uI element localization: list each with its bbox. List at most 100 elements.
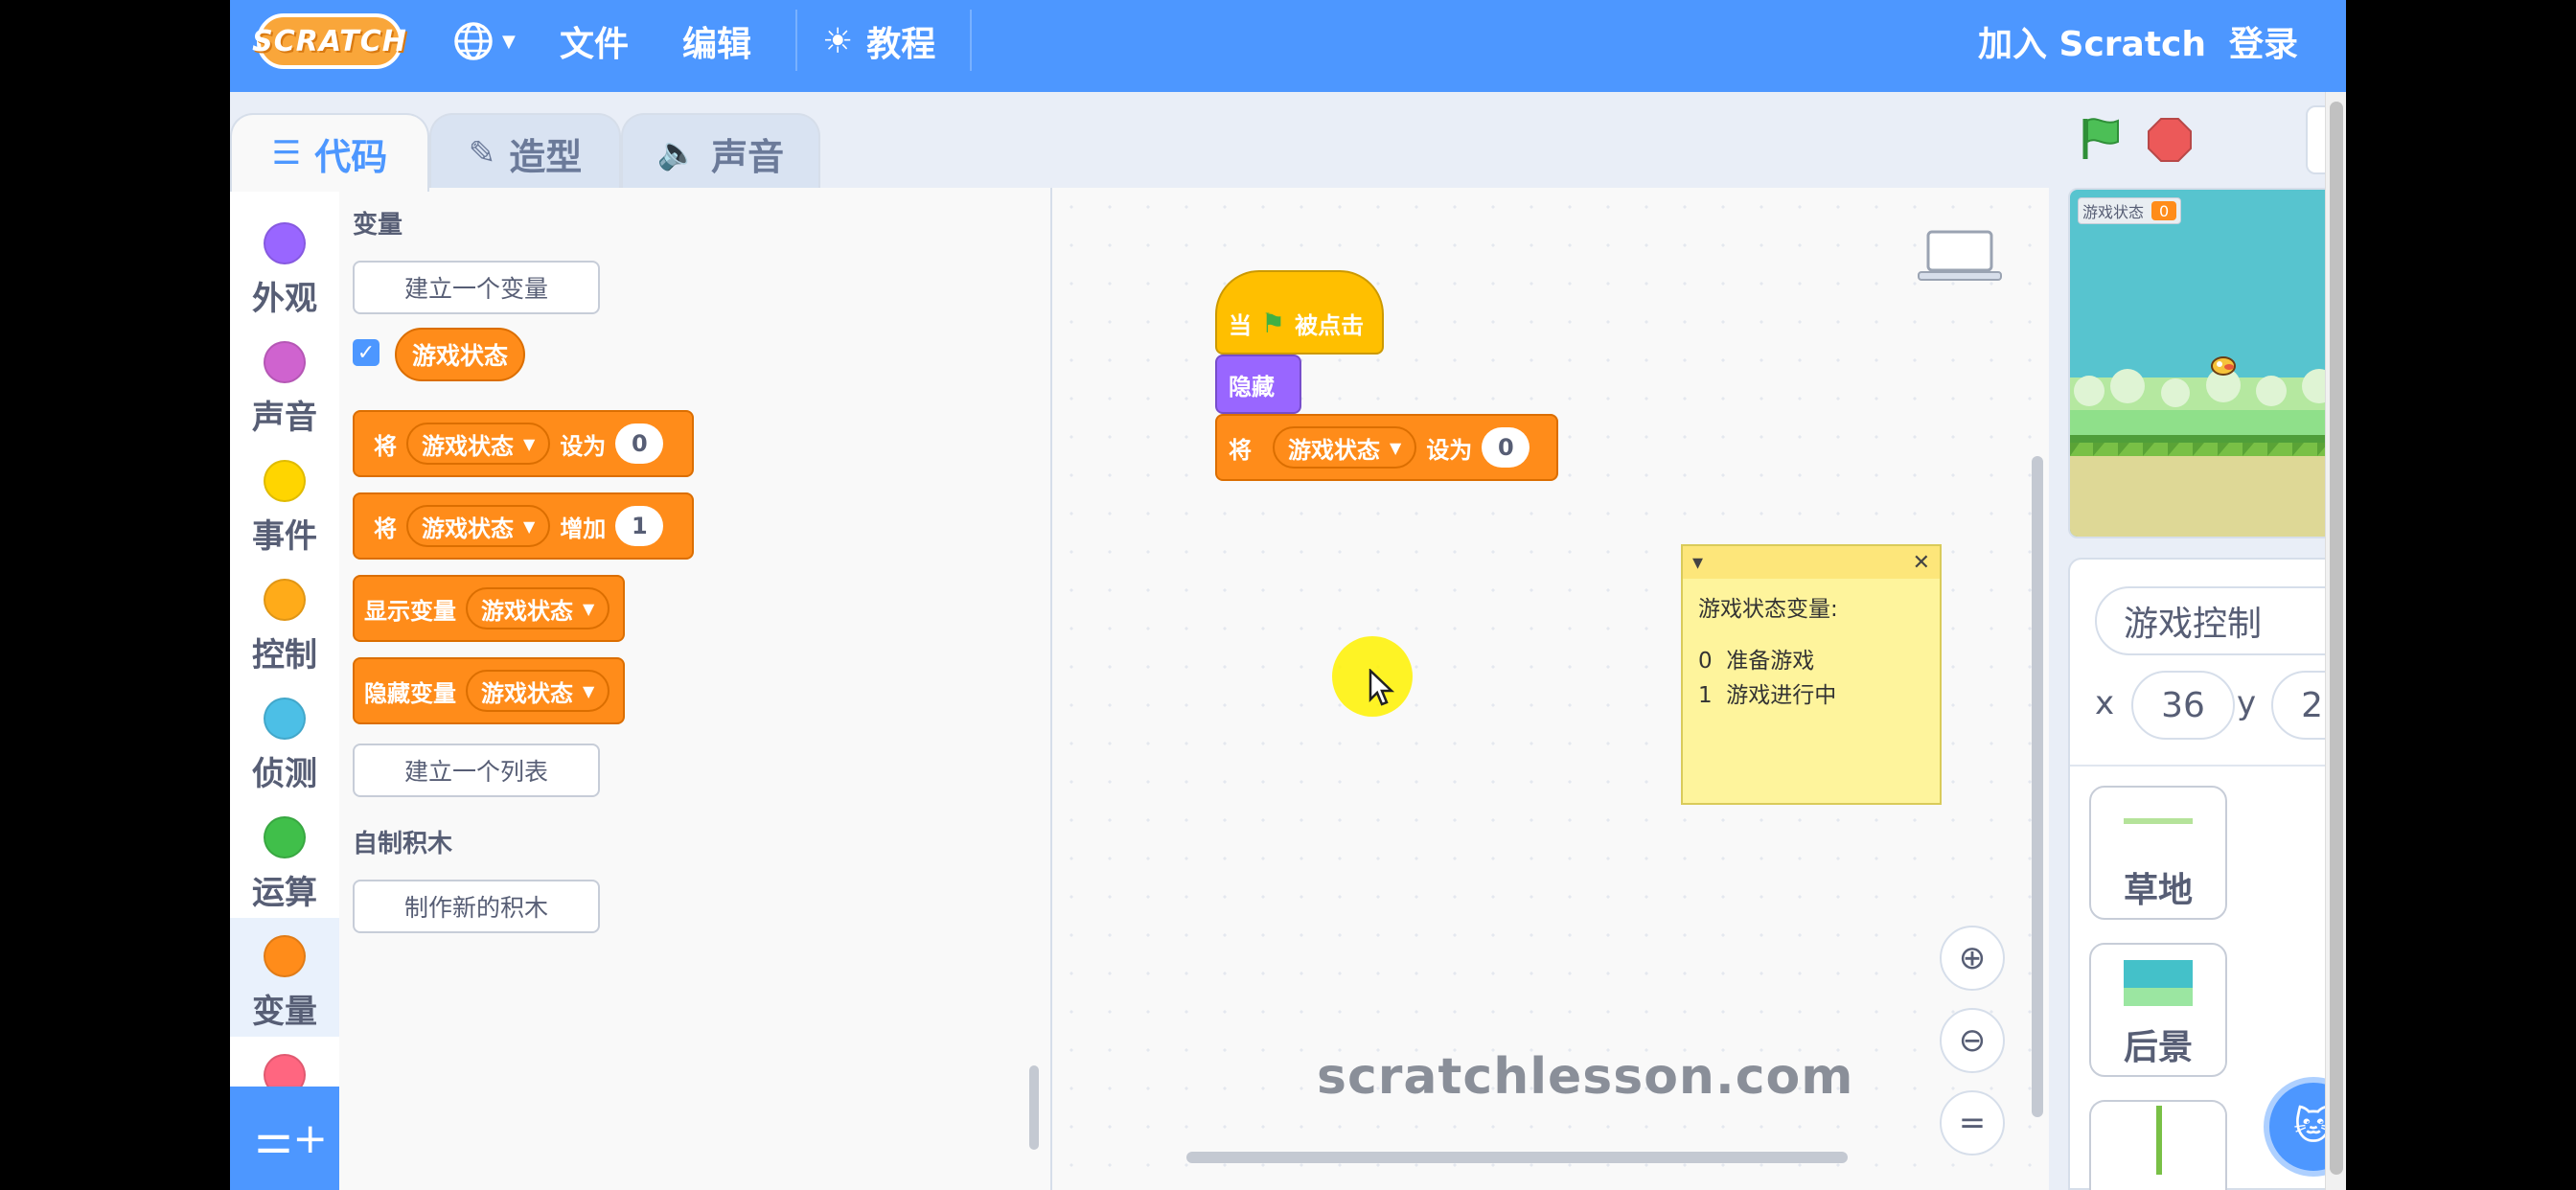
note-header: ▾ ✕: [1683, 546, 1940, 579]
menu-bar: SCRATCH ▼ 文件 编辑 ☀ 教程 加入 Scratch 登录: [230, 0, 2346, 92]
palette-scrollbar[interactable]: [1029, 1065, 1039, 1150]
background-thumbnail: [2124, 960, 2193, 1006]
tab-code[interactable]: ☰ 代码: [230, 113, 429, 192]
tutorials-menu[interactable]: ☀ 教程: [822, 0, 935, 82]
hide-variable-block[interactable]: 隐藏变量 游戏状态 ▼: [353, 657, 625, 724]
add-extension-button[interactable]: ⚌+: [230, 1087, 353, 1190]
tab-sounds-label: 声音: [711, 135, 785, 178]
globe-icon: [454, 22, 493, 60]
hide-block[interactable]: 隐藏: [1215, 355, 1301, 414]
grass-thumbnail: [2124, 818, 2193, 824]
category-looks[interactable]: 外观: [230, 205, 339, 324]
sign-in-link[interactable]: 登录: [2229, 0, 2298, 82]
close-icon[interactable]: ✕: [1913, 551, 1930, 575]
code-workspace[interactable]: 当 ⚑ 被点击 隐藏 将 游戏状态 ▼ 设为 0 ▾ ✕ 游戏状态变量: 0 准…: [1052, 188, 2049, 1190]
operators-color-dot: [264, 816, 306, 858]
block-word: 当: [1229, 311, 1252, 339]
set-variable-block[interactable]: 将 游戏状态 ▼ 设为 0: [1215, 414, 1558, 481]
menu-divider: [970, 10, 972, 71]
note-line: 1 游戏进行中: [1698, 683, 1837, 708]
block-palette: 变量 建立一个变量 ✓ 游戏状态 将 游戏状态 ▼ 设为 0 将 游戏状态 ▼ …: [339, 188, 1052, 1190]
variable-dropdown[interactable]: 游戏状态 ▼: [406, 505, 551, 547]
value-input[interactable]: 1: [615, 506, 664, 546]
category-label: 控制: [252, 636, 317, 675]
workspace-vertical-scrollbar[interactable]: [2032, 456, 2043, 1117]
category-variables[interactable]: 变量: [230, 918, 339, 1037]
block-word: 显示变量: [364, 597, 456, 625]
block-word: 被点击: [1295, 311, 1365, 339]
category-sensing[interactable]: 侦测: [230, 680, 339, 799]
set-variable-block[interactable]: 将 游戏状态 ▼ 设为 0: [353, 410, 694, 477]
stage-header: ⤧: [2051, 96, 2346, 188]
show-variable-block[interactable]: 显示变量 游戏状态 ▼: [353, 575, 625, 642]
block-word: 增加: [560, 515, 607, 542]
zoom-in-button[interactable]: ⊕: [1940, 926, 2005, 991]
category-label: 外观: [252, 280, 317, 318]
category-events[interactable]: 事件: [230, 443, 339, 561]
tab-costumes[interactable]: ✎ 造型: [429, 113, 621, 192]
language-menu[interactable]: ▼: [452, 0, 516, 82]
variable-dropdown[interactable]: 游戏状态 ▼: [1273, 426, 1417, 469]
chevron-down-icon: ▼: [502, 31, 516, 52]
sprite-name: 后景: [2123, 1028, 2193, 1067]
zoom-out-icon: ⊖: [1958, 1021, 1987, 1060]
code-icon: ☰: [271, 134, 302, 172]
edit-menu[interactable]: 编辑: [682, 0, 751, 82]
join-scratch-link[interactable]: 加入 Scratch: [1978, 0, 2206, 82]
collapse-icon[interactable]: ▾: [1692, 551, 1703, 575]
category-label: 运算: [252, 874, 317, 912]
change-variable-block[interactable]: 将 游戏状态 ▼ 增加 1: [353, 492, 694, 560]
sprite-tile-grass[interactable]: 草地: [2089, 786, 2227, 920]
myblocks-heading: 自制积木: [353, 830, 453, 858]
scratch-editor: SCRATCH ▼ 文件 编辑 ☀ 教程 加入 Scratch 登录 ☰ 代码 …: [230, 0, 2346, 1190]
brush-icon: ✎: [468, 134, 496, 172]
zoom-out-button[interactable]: ⊖: [1940, 1008, 2005, 1073]
variable-dropdown[interactable]: 游戏状态 ▼: [466, 587, 610, 629]
sprite-tile-pipe[interactable]: [2089, 1100, 2227, 1190]
dropdown-value: 游戏状态: [1288, 436, 1380, 464]
sprite-name-input[interactable]: 游戏控制: [2095, 586, 2346, 655]
zoom-in-icon: ⊕: [1958, 939, 1987, 977]
block-word: 将: [374, 432, 397, 460]
file-menu[interactable]: 文件: [560, 0, 629, 82]
watermark-text: scratchlesson.com: [1317, 1048, 1854, 1106]
sensing-color-dot: [264, 698, 306, 740]
value-input[interactable]: 0: [615, 423, 664, 464]
note-line: 0 准备游戏: [1698, 649, 1815, 674]
category-operators[interactable]: 运算: [230, 799, 339, 918]
workspace-horizontal-scrollbar[interactable]: [1186, 1152, 1848, 1163]
variable-dropdown[interactable]: 游戏状态 ▼: [466, 670, 610, 712]
category-control[interactable]: 控制: [230, 561, 339, 680]
stage-canvas[interactable]: 游戏状态 0: [2068, 188, 2346, 538]
mouse-cursor-icon: [1368, 669, 1395, 706]
tab-code-label: 代码: [314, 135, 388, 178]
comment-note[interactable]: ▾ ✕ 游戏状态变量: 0 准备游戏 1 游戏进行中: [1681, 544, 1942, 805]
stop-icon[interactable]: [2147, 117, 2193, 163]
green-flag-icon[interactable]: [2078, 115, 2124, 161]
make-list-button[interactable]: 建立一个列表: [353, 744, 600, 797]
x-input[interactable]: 36: [2131, 671, 2235, 740]
zoom-reset-button[interactable]: =: [1940, 1090, 2005, 1156]
when-flag-clicked-block[interactable]: 当 ⚑ 被点击: [1215, 270, 1384, 355]
chevron-down-icon: ▼: [583, 681, 595, 700]
dropdown-value: 游戏状态: [481, 597, 573, 625]
block-word: 隐藏: [1229, 373, 1275, 400]
chevron-down-icon: ▼: [1390, 438, 1402, 457]
make-variable-button[interactable]: 建立一个变量: [353, 261, 600, 314]
page-scrollbar[interactable]: [2325, 92, 2346, 1190]
chevron-down-icon: ▼: [523, 434, 536, 453]
variable-reporter[interactable]: 游戏状态: [395, 328, 526, 381]
control-color-dot: [264, 579, 306, 621]
x-label: x: [2095, 684, 2115, 722]
variable-monitor-checkbox[interactable]: ✓: [353, 339, 380, 366]
note-body[interactable]: 游戏状态变量: 0 准备游戏 1 游戏进行中: [1683, 579, 1940, 726]
variable-dropdown[interactable]: 游戏状态 ▼: [406, 423, 551, 465]
page-scrollbar-thumb[interactable]: [2330, 102, 2343, 1175]
sprite-info: 游戏控制 x 36 y 28: [2070, 560, 2346, 767]
scratch-logo[interactable]: SCRATCH: [252, 13, 406, 69]
make-block-button[interactable]: 制作新的积木: [353, 880, 600, 933]
tab-sounds[interactable]: 🔈 声音: [621, 113, 820, 192]
sprite-tile-background[interactable]: 后景: [2089, 943, 2227, 1077]
value-input[interactable]: 0: [1482, 427, 1530, 468]
category-sound[interactable]: 声音: [230, 324, 339, 443]
